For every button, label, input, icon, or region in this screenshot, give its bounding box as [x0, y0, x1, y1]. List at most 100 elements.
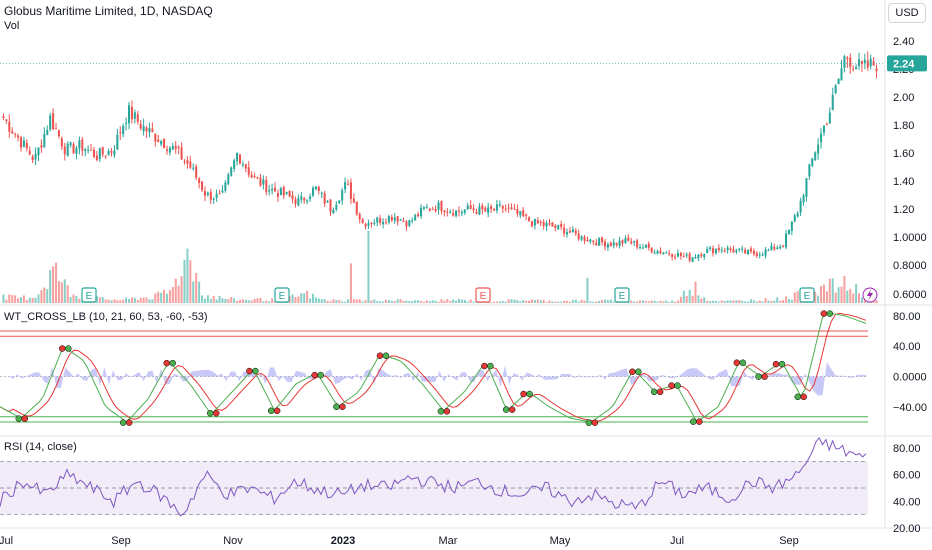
volume-bar: [22, 295, 25, 303]
volume-bar: [709, 301, 712, 303]
wt-cross-dot: [443, 408, 451, 415]
candle-body: [554, 225, 557, 228]
volume-bar: [253, 298, 256, 303]
volume-bar: [130, 297, 133, 303]
volume-bar: [571, 299, 574, 303]
candle-body: [49, 115, 52, 130]
earnings-marker-label: E: [619, 291, 626, 302]
candle-body: [463, 209, 466, 213]
volume-bar: [428, 301, 431, 303]
candle-body: [825, 123, 828, 125]
volume-bar: [641, 300, 644, 303]
candle-body: [364, 224, 367, 227]
candle-body: [633, 241, 636, 243]
candle-body: [857, 59, 861, 66]
volume-bar: [265, 300, 268, 303]
candle-body: [346, 183, 350, 185]
candle-body: [498, 204, 501, 206]
volume-bar: [817, 295, 820, 303]
candle-body: [84, 149, 87, 152]
currency-button[interactable]: USD: [888, 3, 926, 23]
volume-bar: [460, 299, 463, 303]
candle-body: [233, 160, 236, 169]
candle-body: [297, 198, 300, 206]
volume-bar: [384, 299, 388, 303]
wt-cross-dot: [119, 419, 127, 426]
volume-bar: [183, 259, 186, 303]
candle-body: [28, 150, 31, 155]
candle-body: [764, 249, 767, 256]
volume-bar: [139, 297, 142, 303]
volume-bar: [609, 299, 612, 303]
volume-bar: [189, 260, 192, 303]
volume-bar: [711, 300, 715, 303]
volume-bar: [697, 295, 700, 303]
volume-bar: [551, 301, 554, 303]
volume-bar: [703, 297, 706, 303]
candle-body: [641, 247, 644, 249]
candle-body: [110, 151, 113, 153]
volume-bar: [437, 301, 440, 303]
candle-body: [706, 248, 709, 254]
volume-bar: [857, 293, 861, 303]
wt-cross-dot: [591, 419, 599, 426]
candle-body: [805, 178, 808, 197]
volume-bar: [399, 299, 402, 303]
volume-bar: [142, 297, 145, 303]
volume-bar: [770, 301, 773, 303]
rsi-indicator-title: RSI (14, close): [4, 441, 77, 453]
candle-body: [583, 237, 586, 241]
volume-bar: [43, 287, 46, 303]
candle-body: [530, 221, 534, 227]
wt-tick-label: −40.00: [893, 402, 927, 414]
candle-body: [790, 221, 793, 231]
candle-body: [107, 151, 110, 156]
candle-body: [165, 149, 169, 151]
candle-body: [694, 257, 697, 259]
candle-body: [52, 113, 55, 130]
candle-body: [19, 137, 23, 148]
volume-bar: [714, 300, 717, 303]
volume-bar: [606, 300, 609, 303]
time-axis[interactable]: Jul Sep Nov 2023 Mar May Jul Sep: [0, 535, 799, 547]
candle-body: [741, 248, 744, 250]
volume-bar: [104, 299, 107, 303]
price-axis[interactable]: 2.402.202.001.801.601.401.201.00000.8000…: [893, 36, 927, 301]
volume-bar: [303, 293, 306, 303]
candle-body: [133, 112, 136, 119]
volume-bar: [69, 297, 72, 303]
candle-body: [186, 160, 189, 164]
candle-body: [69, 142, 72, 146]
volume-bar: [612, 301, 615, 303]
wt-cross-dot: [739, 359, 747, 366]
candle-body: [606, 244, 609, 248]
wt-cross-dot: [772, 360, 780, 368]
candle-body: [814, 152, 817, 160]
candle-body: [11, 131, 14, 134]
volume-bar: [443, 300, 446, 303]
wt-cross-dot: [520, 390, 527, 398]
candle-body: [101, 147, 104, 155]
chart-canvas[interactable]: EEEEE 2.402.202.001.801.601.401.201.0000…: [0, 0, 932, 550]
volume-bar: [373, 299, 376, 303]
candle-body: [659, 250, 662, 254]
candle-body: [601, 237, 604, 243]
lightning-icon[interactable]: [862, 287, 878, 303]
volume-bar: [554, 301, 557, 303]
volume-bar: [849, 288, 852, 303]
volume-bar: [583, 300, 586, 303]
volume-bar: [151, 299, 154, 303]
volume-bar: [668, 301, 671, 303]
volume-bar: [565, 300, 569, 303]
volume-bar: [382, 301, 385, 303]
current-price-value: 2.24: [893, 58, 915, 70]
volume-bar: [446, 299, 449, 303]
volume-bar: [323, 299, 326, 303]
wt-cross-dot: [311, 371, 318, 379]
candle-body: [349, 182, 352, 199]
candle-body: [776, 247, 779, 249]
volume-bar: [72, 294, 75, 303]
wt-cross-dot: [65, 345, 72, 352]
volume-bar: [498, 301, 501, 303]
time-tick-label: 2023: [331, 535, 355, 547]
